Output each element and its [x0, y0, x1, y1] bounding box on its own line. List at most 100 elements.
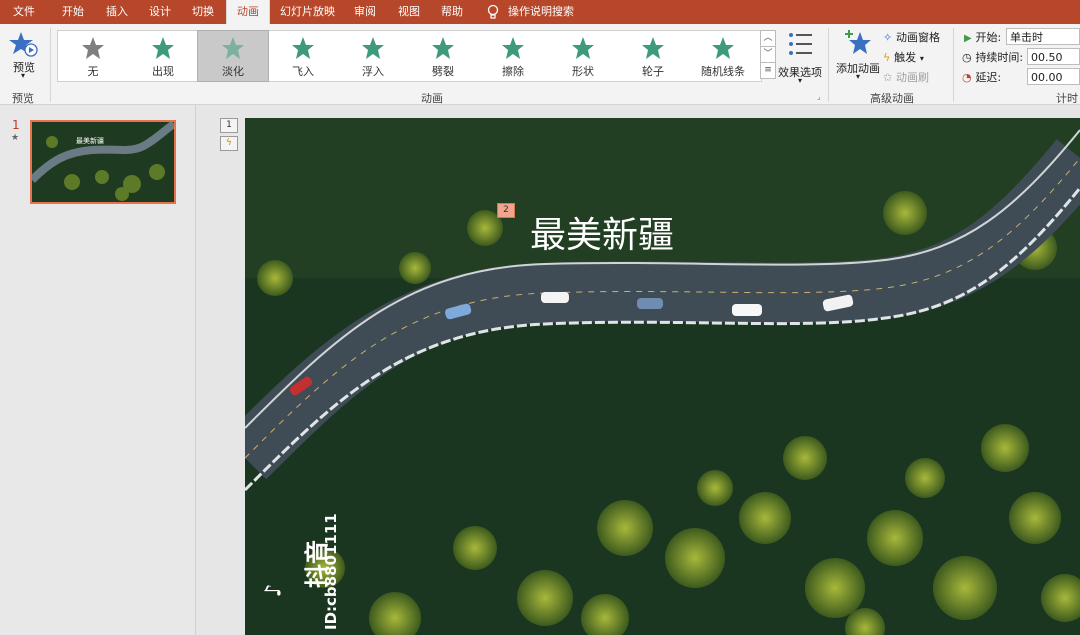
- watermark-id: ID:cb8801111: [322, 513, 340, 630]
- tab-design[interactable]: 设计: [149, 0, 171, 24]
- slide-canvas[interactable]: 2 最美新疆 抖音 ID:cb8801111 ♪: [245, 118, 1080, 635]
- star-fly-icon: [292, 37, 314, 59]
- add-animation-star-icon: [845, 30, 871, 54]
- painter-icon: ✩: [883, 71, 893, 84]
- duration-input[interactable]: 00.50: [1027, 48, 1080, 65]
- group-label-preview: 预览: [12, 92, 34, 105]
- gallery-item-label: 飞入: [292, 65, 314, 78]
- duration-label: 持续时间:: [975, 51, 1024, 64]
- gallery-item-star-wheel[interactable]: 轮子: [618, 31, 688, 81]
- chevron-down-icon: ▾: [798, 76, 803, 85]
- trigger-label: 触发: [894, 51, 917, 64]
- slide-title[interactable]: 最美新疆: [530, 206, 674, 258]
- gallery-item-star-burst[interactable]: 出现: [128, 31, 198, 81]
- delay-row: ◔ 延迟:: [962, 69, 1001, 85]
- gallery-item-label: 无: [87, 65, 99, 78]
- animation-pane-label: 动画窗格: [896, 31, 941, 44]
- gallery-item-label: 淡化: [222, 65, 244, 78]
- gallery-item-star-split[interactable]: 劈裂: [408, 31, 478, 81]
- group-divider: [953, 28, 954, 102]
- gallery-item-star-shape[interactable]: 形状: [548, 31, 618, 81]
- tab-transitions[interactable]: 切换: [192, 0, 214, 24]
- tab-slideshow[interactable]: 幻灯片放映: [280, 0, 335, 24]
- tiktok-logo-icon: ♪: [261, 583, 287, 598]
- tab-animations[interactable]: 动画: [226, 0, 270, 24]
- effect-options-button[interactable]: 效果选项 ▾: [778, 30, 822, 90]
- chevron-down-icon: ▾: [919, 54, 924, 63]
- animation-pane-icon: ✧: [883, 31, 893, 44]
- star-burst-icon: [152, 37, 174, 59]
- tell-me-search[interactable]: 操作说明搜索: [508, 0, 574, 24]
- tab-help[interactable]: 帮助: [441, 0, 463, 24]
- group-divider: [828, 28, 829, 102]
- gallery-item-label: 出现: [152, 65, 174, 78]
- animation-order-tag[interactable]: 1: [220, 118, 238, 133]
- play-icon: ▶: [964, 33, 972, 44]
- delay-label: 延迟:: [975, 71, 1002, 84]
- slide-number: 1: [12, 118, 20, 132]
- star-float-icon: [362, 37, 384, 59]
- gallery-item-label: 劈裂: [432, 65, 454, 78]
- chevron-down-icon: ▾: [856, 72, 861, 81]
- gallery-item-label: 随机线条: [701, 65, 745, 78]
- star-wipe-icon: [502, 37, 524, 59]
- thumbnail-title: 最美新疆: [76, 137, 104, 145]
- gallery-scroll-up-button[interactable]: ︿: [760, 30, 776, 47]
- star-lines-icon: [712, 37, 734, 59]
- animation-gallery: 无 出现 淡化 飞入 浮入 劈裂 擦除 形状 轮子 随机线条: [57, 30, 762, 82]
- star-split-icon: [432, 37, 454, 59]
- gallery-item-star-fade[interactable]: 淡化: [197, 30, 269, 82]
- star-gray-icon: [82, 37, 104, 59]
- gallery-item-star-float[interactable]: 浮入: [338, 31, 408, 81]
- group-label-timing: 计时: [1056, 92, 1078, 105]
- gallery-item-star-fly[interactable]: 飞入: [268, 31, 338, 81]
- chevron-down-icon: ▾: [21, 71, 26, 80]
- gallery-item-label: 浮入: [362, 65, 384, 78]
- animation-pane-button[interactable]: ✧ 动画窗格: [883, 29, 940, 45]
- title-animation-tag[interactable]: 2: [497, 203, 515, 218]
- group-divider: [50, 28, 51, 102]
- list-bullets-icon: [789, 33, 812, 55]
- preview-star-icon: [9, 32, 38, 57]
- gallery-item-star-lines[interactable]: 随机线条: [688, 31, 758, 81]
- gallery-item-label: 擦除: [502, 65, 524, 78]
- gallery-item-label: 轮子: [642, 65, 664, 78]
- group-label-animation: 动画: [421, 92, 443, 105]
- delay-clock-icon: ◔: [962, 71, 972, 84]
- duration-row: ◷ 持续时间:: [962, 49, 1023, 65]
- gallery-item-star-wipe[interactable]: 擦除: [478, 31, 548, 81]
- clock-icon: ◷: [962, 51, 972, 64]
- tab-insert[interactable]: 插入: [106, 0, 128, 24]
- tab-file[interactable]: 文件: [13, 0, 35, 24]
- lightning-icon: ϟ: [883, 51, 891, 64]
- ribbon: 预览 ▾ 预览 无 出现 淡化 飞入 浮入 劈裂 擦除 形状 轮子 随机线条 ︿ ﹀ ≡ 效果选项…: [0, 24, 1080, 105]
- start-select[interactable]: 单击时: [1006, 28, 1080, 45]
- star-shape-icon: [572, 37, 594, 59]
- ribbon-tab-bar: 文件 开始 插入 设计 切换 动画 幻灯片放映 审阅 视图 帮助 操作说明搜索: [0, 0, 1080, 24]
- preview-button[interactable]: 预览 ▾: [8, 30, 40, 90]
- animation-star-icon: ★: [11, 133, 20, 143]
- tab-home[interactable]: 开始: [62, 0, 84, 24]
- animation-painter-button[interactable]: ✩ 动画刷: [883, 69, 929, 85]
- start-label: 开始:: [975, 31, 1002, 44]
- thumbnail-image: [32, 122, 174, 202]
- tab-view[interactable]: 视图: [398, 0, 420, 24]
- forest-road-photo: [245, 118, 1080, 635]
- star-fade-icon: [222, 37, 244, 59]
- lightbulb-icon: [487, 4, 499, 19]
- delay-input[interactable]: 00.00: [1027, 68, 1080, 85]
- animation-painter-label: 动画刷: [896, 71, 930, 84]
- star-wheel-icon: [642, 37, 664, 59]
- tab-review[interactable]: 审阅: [354, 0, 376, 24]
- slide-thumbnail[interactable]: 最美新疆: [30, 120, 176, 204]
- add-animation-button[interactable]: 添加动画 ▾: [836, 28, 880, 88]
- gallery-more-button[interactable]: ≡: [760, 62, 776, 79]
- start-row: ▶ 开始:: [964, 29, 1001, 45]
- gallery-item-label: 形状: [572, 65, 594, 78]
- trigger-tag-lightning-icon[interactable]: ϟ: [220, 136, 238, 151]
- gallery-item-star-gray[interactable]: 无: [58, 31, 128, 81]
- group-label-advanced: 高级动画: [870, 92, 914, 105]
- gallery-scroll-down-button[interactable]: ﹀: [760, 46, 776, 63]
- dialog-launcher-icon[interactable]: ⌟: [817, 92, 821, 101]
- trigger-button[interactable]: ϟ 触发 ▾: [883, 49, 924, 65]
